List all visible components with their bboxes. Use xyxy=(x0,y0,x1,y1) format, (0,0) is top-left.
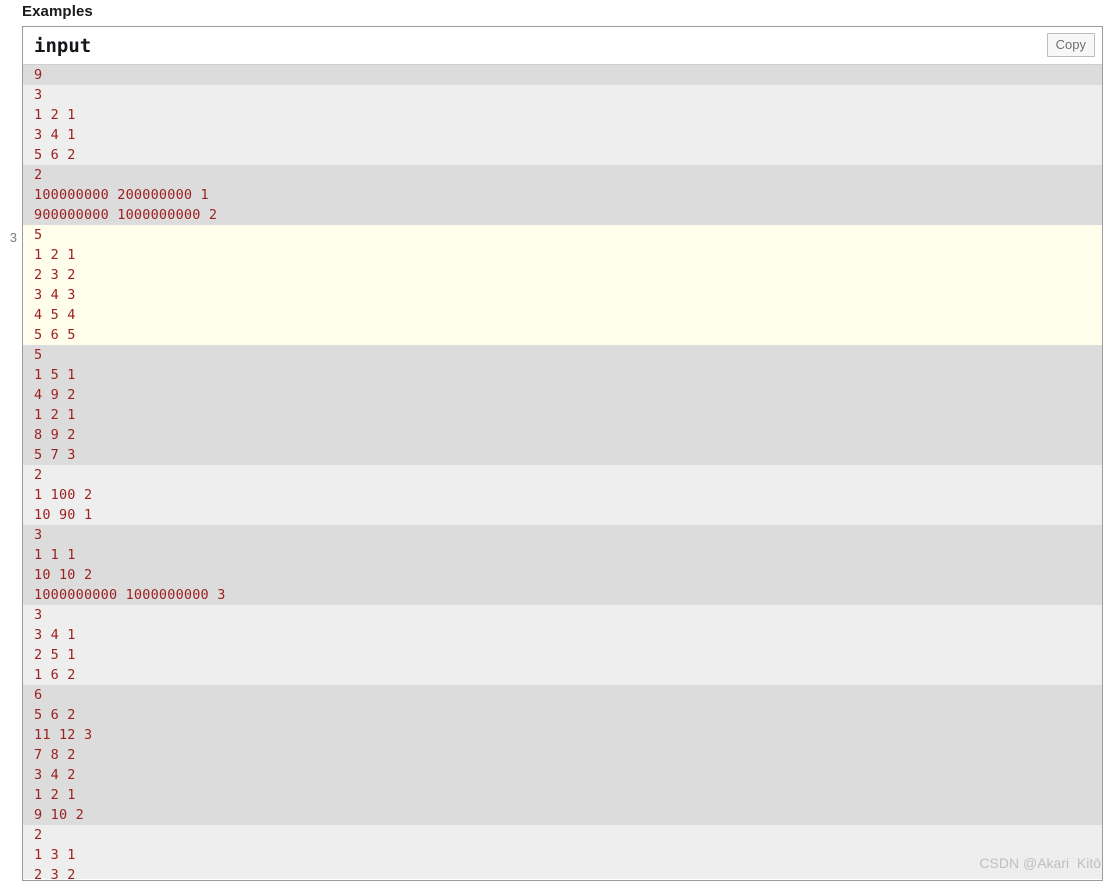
code-line: 1 2 1 xyxy=(34,787,76,803)
code-block: 3 1 1 1 10 10 2 1000000000 1000000000 3 xyxy=(23,525,1102,605)
code-line: 8 9 2 xyxy=(34,427,76,443)
code-line: 11 12 3 xyxy=(34,727,93,743)
code-line: 3 xyxy=(34,607,43,623)
code-line: 5 6 5 xyxy=(34,327,76,343)
code-line: 3 xyxy=(34,527,43,543)
code-line: 5 xyxy=(34,227,43,243)
code-block: 3 1 2 1 3 4 1 5 6 2 xyxy=(23,85,1102,165)
code-line: 3 4 2 xyxy=(34,767,76,783)
code-line: 1 2 1 xyxy=(34,247,76,263)
code-line: 2 xyxy=(34,467,43,483)
code-line: 10 90 1 xyxy=(34,507,93,523)
code-panel-title: input xyxy=(34,35,92,57)
code-line: 900000000 1000000000 2 xyxy=(34,207,218,223)
code-line: 2 xyxy=(34,827,43,843)
code-line: 3 4 1 xyxy=(34,127,76,143)
code-line: 5 6 2 xyxy=(34,707,76,723)
code-block: 2 1 3 1 2 3 2 xyxy=(23,825,1102,879)
code-line: 3 4 1 xyxy=(34,627,76,643)
code-line: 1000000000 1000000000 3 xyxy=(34,587,226,603)
code-line: 3 xyxy=(34,87,43,103)
code-line: 3 4 3 xyxy=(34,287,76,303)
code-line: 9 10 2 xyxy=(34,807,84,823)
code-line: 1 2 1 xyxy=(34,107,76,123)
code-line: 1 1 1 xyxy=(34,547,76,563)
code-block: 2 100000000 200000000 1 900000000 10000000… xyxy=(23,165,1102,225)
code-block: 5 1 2 1 2 3 2 3 4 3 4 5 4 5 6 5 xyxy=(23,225,1102,345)
line-number-gutter: 3 xyxy=(0,26,21,881)
code-line: 1 6 2 xyxy=(34,667,76,683)
code-line: 1 3 1 xyxy=(34,847,76,863)
code-line: 1 5 1 xyxy=(34,367,76,383)
code-block: 5 1 5 1 4 9 2 1 2 1 8 9 2 5 7 3 xyxy=(23,345,1102,465)
code-line: 1 100 2 xyxy=(34,487,93,503)
code-line: 4 5 4 xyxy=(34,307,76,323)
code-line: 5 6 2 xyxy=(34,147,76,163)
code-block: 6 5 6 2 11 12 3 7 8 2 3 4 2 1 2 1 9 10 2 xyxy=(23,685,1102,825)
code-line: 100000000 200000000 1 xyxy=(34,187,209,203)
code-line: 4 9 2 xyxy=(34,387,76,403)
code-line: 7 8 2 xyxy=(34,747,76,763)
code-block: 2 1 100 2 10 90 1 xyxy=(23,465,1102,525)
code-line: 6 xyxy=(34,687,43,703)
code-line: 5 xyxy=(34,347,43,363)
code-line: 2 5 1 xyxy=(34,647,76,663)
code-example-panel: input Copy 9 3 1 2 1 3 4 1 5 6 2 2 100000000 2… xyxy=(22,26,1103,881)
code-line: 9 xyxy=(34,67,43,83)
code-content-area[interactable]: 9 3 1 2 1 3 4 1 5 6 2 2 100000000 200000000 1 9… xyxy=(23,65,1102,879)
code-line: 2 xyxy=(34,167,43,183)
code-panel-header: input Copy xyxy=(23,27,1102,65)
gutter-line-number: 3 xyxy=(9,230,17,245)
code-line: 2 3 2 xyxy=(34,267,76,283)
code-block: 3 3 4 1 2 5 1 1 6 2 xyxy=(23,605,1102,685)
code-line: 10 10 2 xyxy=(34,567,93,583)
code-line: 2 3 2 xyxy=(34,867,76,879)
code-line: 5 7 3 xyxy=(34,447,76,463)
code-block: 9 xyxy=(23,65,1102,85)
page-title: Examples xyxy=(22,3,93,20)
code-line: 1 2 1 xyxy=(34,407,76,423)
copy-button[interactable]: Copy xyxy=(1046,33,1095,57)
